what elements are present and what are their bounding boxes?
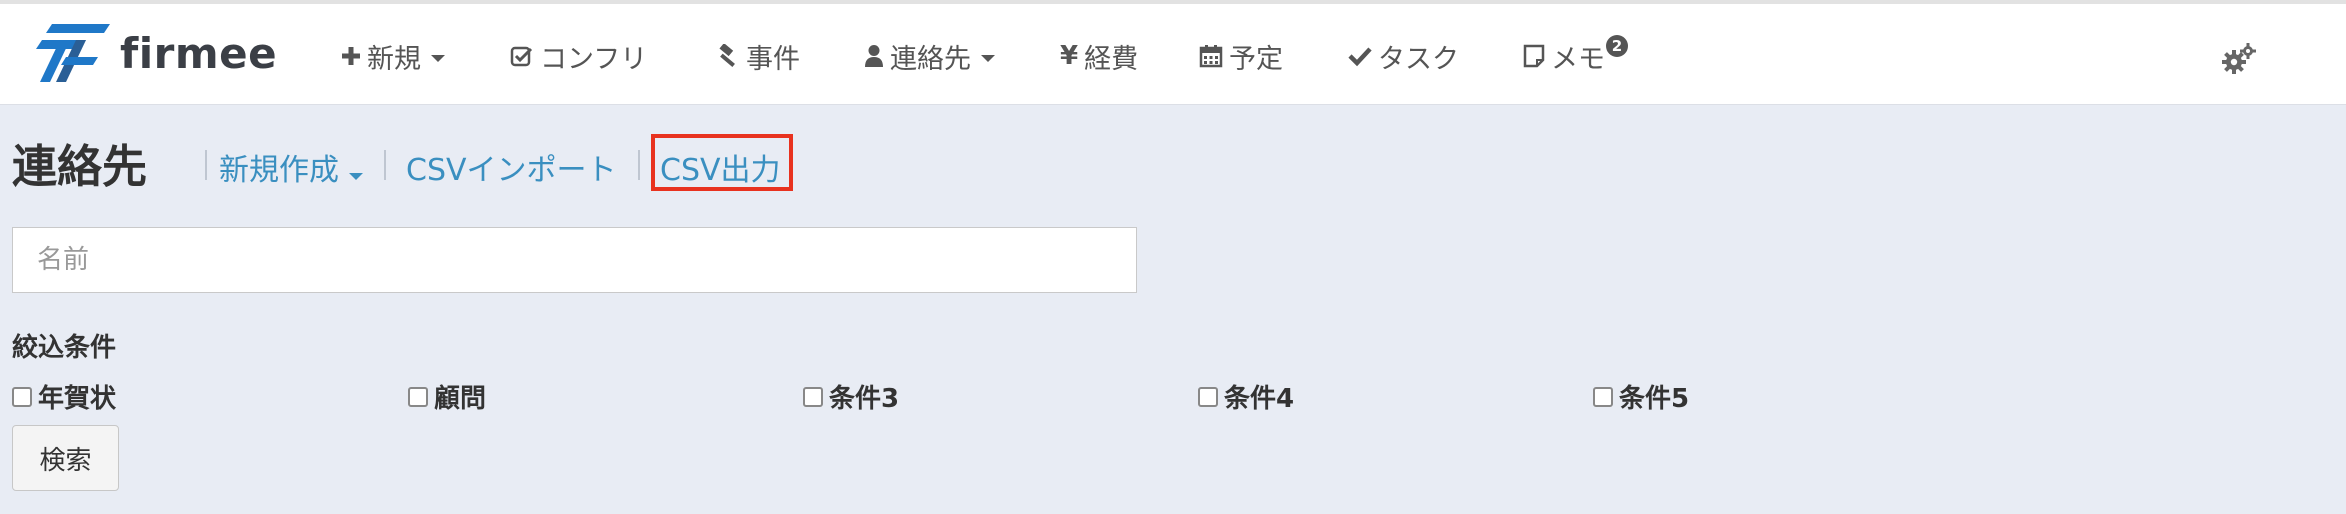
calendar-icon — [1199, 44, 1223, 68]
brand-name: firmee — [120, 28, 278, 78]
nav-label: メモ — [1551, 43, 1605, 75]
filter-condition-4[interactable]: 条件4 — [1198, 378, 1294, 415]
header-divider — [384, 150, 386, 180]
filter-label: 条件5 — [1619, 384, 1690, 414]
filter-nengajo[interactable]: 年賀状 — [12, 378, 116, 415]
page-title: 連絡先 — [12, 140, 148, 193]
header-divider — [638, 150, 640, 180]
note-icon — [1523, 44, 1545, 68]
filter-condition-5[interactable]: 条件5 — [1593, 378, 1689, 415]
nav-label: 新規 — [367, 43, 421, 75]
chevron-down-icon — [981, 54, 995, 62]
new-contact-label: 新規作成 — [219, 153, 339, 188]
check-icon — [1348, 45, 1372, 67]
nav-expenses[interactable]: ¥ 経費 — [1060, 34, 1138, 78]
checkbox-icon — [510, 44, 534, 68]
checkbox[interactable] — [803, 386, 823, 407]
filter-label: 条件3 — [829, 384, 900, 414]
chevron-down-icon — [431, 54, 445, 62]
nav-label: 経費 — [1084, 43, 1139, 75]
nav-tasks[interactable]: タスク — [1348, 34, 1459, 78]
filter-conditions-label: 絞込条件 — [12, 333, 117, 363]
csv-import-link[interactable]: CSVインポート — [406, 145, 617, 189]
nav-label: コンフリ — [540, 43, 648, 75]
name-search-input[interactable] — [12, 227, 1137, 293]
user-icon — [864, 44, 884, 68]
nav-contacts-menu[interactable]: 連絡先 — [864, 34, 995, 78]
checkbox[interactable] — [1593, 386, 1613, 407]
gavel-icon — [714, 44, 740, 68]
csv-export-highlight — [651, 134, 793, 191]
navbar: firmee 新規 コンフリ 事件 連絡先 ¥ 経費 予定 タスク メモ 2 — [0, 4, 2346, 105]
nav-cases[interactable]: 事件 — [714, 34, 800, 78]
checkbox[interactable] — [408, 386, 428, 407]
filter-komon[interactable]: 顧問 — [408, 378, 486, 415]
filter-label: 年賀状 — [38, 384, 117, 414]
nav-label: 事件 — [746, 43, 800, 75]
nav-label: 連絡先 — [890, 43, 971, 75]
new-contact-dropdown[interactable]: 新規作成 — [219, 145, 363, 189]
header-divider — [205, 150, 207, 180]
nav-conflict[interactable]: コンフリ — [510, 34, 647, 78]
settings-gears-icon[interactable] — [2222, 42, 2256, 76]
filter-label: 条件4 — [1224, 384, 1295, 414]
memo-count-badge: 2 — [1606, 35, 1628, 57]
checkbox[interactable] — [1198, 386, 1218, 407]
chevron-down-icon — [349, 173, 363, 180]
nav-schedule[interactable]: 予定 — [1199, 34, 1283, 78]
nav-new-menu[interactable]: 新規 — [341, 34, 445, 78]
plus-icon — [341, 46, 361, 66]
nav-label: 予定 — [1229, 43, 1283, 75]
nav-label: タスク — [1378, 43, 1459, 75]
brand-logo[interactable]: firmee — [36, 22, 277, 84]
checkbox[interactable] — [12, 386, 32, 407]
nav-memo[interactable]: メモ 2 — [1523, 34, 1628, 78]
firmee-logo-icon — [36, 24, 110, 82]
filter-condition-3[interactable]: 条件3 — [803, 378, 899, 415]
yen-icon: ¥ — [1060, 41, 1079, 71]
search-button[interactable]: 検索 — [12, 425, 119, 491]
filter-label: 顧問 — [434, 384, 487, 414]
